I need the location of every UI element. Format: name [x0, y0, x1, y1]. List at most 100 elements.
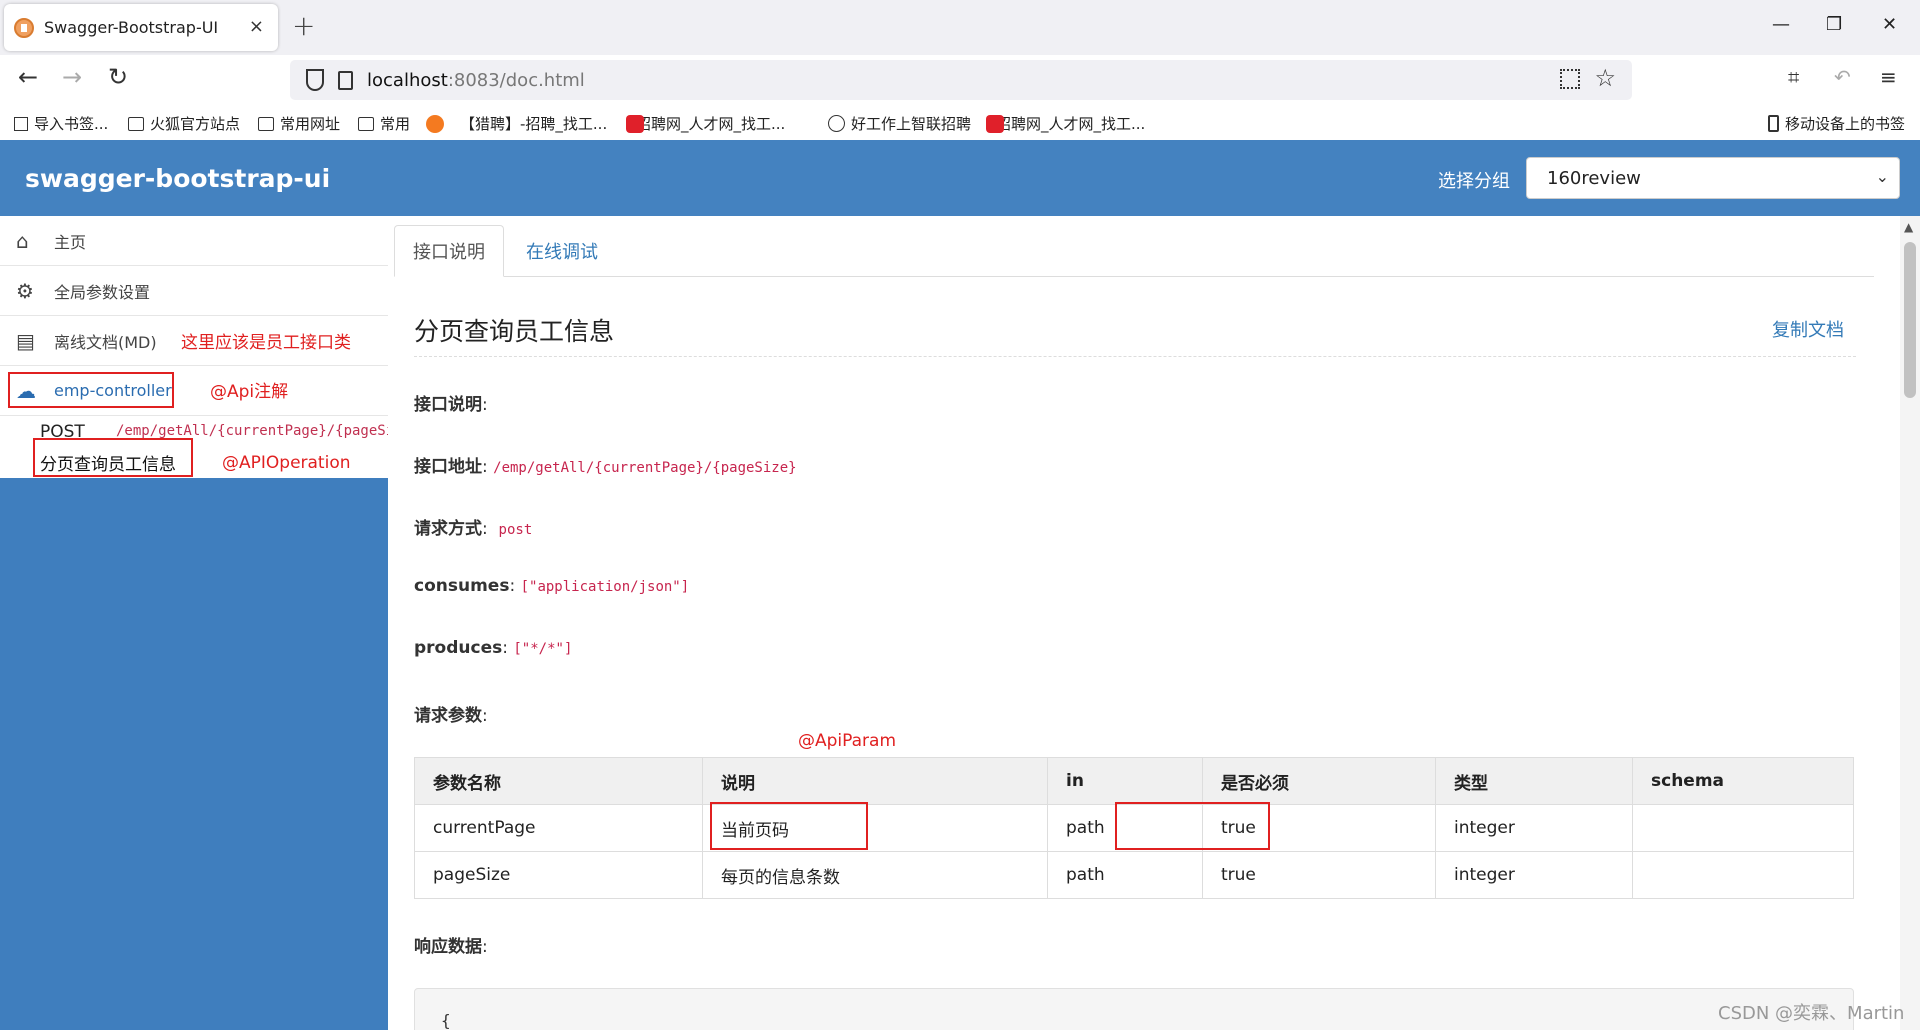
param-description: 每页的信息条数: [702, 851, 1048, 899]
consumes-value: ["application/json"]: [520, 579, 690, 595]
folder-icon: [128, 116, 144, 131]
param-schema: [1632, 804, 1854, 852]
mobile-icon: [1768, 115, 1779, 132]
app-header: swagger-bootstrap-ui 选择分组 160review ⌄: [0, 140, 1920, 216]
group-select-label: 选择分组: [1438, 171, 1510, 192]
param-name: currentPage: [414, 804, 703, 852]
globe-icon: [828, 115, 845, 132]
sidebar-item-home[interactable]: ⌂ 主页: [0, 216, 388, 266]
menu-icon[interactable]: ≡: [1880, 65, 1897, 89]
param-schema: [1632, 851, 1854, 899]
settings-doc-icon: ⚙: [16, 278, 34, 303]
field-response: 响应数据:: [414, 937, 488, 957]
operation-highlight-box: [33, 438, 193, 477]
document-icon: ▤: [16, 328, 35, 353]
param-type: integer: [1435, 851, 1633, 899]
tab-online-debug[interactable]: 在线调试: [526, 225, 598, 277]
watermark: CSDN @奕霖、Martin: [1718, 1003, 1905, 1024]
param-type: integer: [1435, 804, 1633, 852]
bookmarks-toolbar: 导入书签... 火狐官方站点 常用网址 常用 【猎聘】-招聘_找工... 招聘网…: [0, 105, 1920, 140]
minimize-icon[interactable]: —: [1772, 14, 1790, 35]
divider: [414, 356, 1856, 357]
group-select[interactable]: 160review ⌄: [1526, 157, 1900, 199]
bookmark-star-icon[interactable]: ☆: [1594, 64, 1616, 92]
field-consumes: consumes: ["application/json"]: [414, 576, 690, 596]
api-path[interactable]: /emp/getAll/{currentPage}/{pageSize}: [116, 423, 388, 439]
field-method: 请求方式: post: [414, 519, 533, 539]
mobile-bookmarks[interactable]: 移动设备上的书签: [1768, 113, 1905, 134]
zhaopin-icon: [626, 114, 644, 133]
bookmark-common-sites[interactable]: 常用网址: [258, 113, 340, 134]
qr-code-icon[interactable]: [1560, 69, 1580, 89]
chevron-down-icon: ⌄: [1875, 167, 1889, 186]
app-title: swagger-bootstrap-ui: [25, 164, 331, 193]
restore-icon[interactable]: ❐: [1826, 14, 1842, 35]
url-host: localhost: [367, 69, 448, 91]
folder-icon: [258, 116, 274, 131]
api-address-value: /emp/getAll/{currentPage}/{pageSize}: [493, 460, 797, 476]
reload-icon[interactable]: ↻: [108, 63, 128, 91]
import-icon: [14, 116, 28, 131]
scrollbar-thumb[interactable]: [1904, 242, 1916, 398]
field-params: 请求参数:: [414, 706, 488, 726]
bookmark-zhilian[interactable]: 好工作上智联招聘: [828, 113, 971, 134]
api-annotation: @Api注解: [210, 382, 289, 402]
bookmark-firefox-site[interactable]: 火狐官方站点: [128, 113, 240, 134]
navigation-bar: ← → ↻ localhost :8083/doc.html ☆ ⌗ ↶ ≡: [0, 55, 1920, 105]
param-annotation: @ApiParam: [798, 731, 897, 751]
scrollbar[interactable]: ▲: [1900, 216, 1920, 1030]
screenshot-crop-icon[interactable]: ⌗: [1788, 65, 1799, 89]
col-param-name: 参数名称: [414, 757, 703, 805]
browser-tab[interactable]: Swagger-Bootstrap-UI ×: [4, 4, 278, 51]
doc-tabs: 接口说明 在线调试: [394, 225, 1874, 277]
address-bar[interactable]: localhost :8083/doc.html ☆: [290, 60, 1632, 100]
shield-icon: [306, 69, 324, 91]
table-header-row: 参数名称 说明 in 是否必须 类型 schema: [414, 757, 1854, 805]
scroll-up-icon[interactable]: ▲: [1904, 220, 1913, 234]
folder-icon: [358, 116, 374, 131]
bookmark-liepin[interactable]: 【猎聘】-招聘_找工...: [426, 113, 607, 134]
produces-value: ["*/*"]: [513, 641, 573, 657]
undo-icon[interactable]: ↶: [1834, 65, 1851, 89]
home-icon: ⌂: [16, 228, 29, 253]
description-highlight-box: [710, 802, 868, 850]
col-in: in: [1047, 757, 1203, 805]
zhaopin-icon: [986, 114, 1004, 133]
liepin-icon: [426, 114, 444, 133]
controller-highlight-box: [8, 372, 174, 408]
bookmark-zhaopin-2[interactable]: 招聘网_人才网_找工...: [986, 113, 1145, 134]
table-row: pageSize 每页的信息条数 path true integer: [414, 851, 1854, 899]
field-produces: produces: ["*/*"]: [414, 638, 573, 658]
param-name: pageSize: [414, 851, 703, 899]
close-tab-icon[interactable]: ×: [249, 16, 264, 37]
required-highlight-box: [1115, 802, 1270, 850]
field-description: 接口说明:: [414, 395, 488, 415]
col-description: 说明: [702, 757, 1048, 805]
page-icon: [338, 70, 353, 90]
col-schema: schema: [1632, 757, 1854, 805]
field-address: 接口地址: /emp/getAll/{currentPage}/{pageSiz…: [414, 457, 797, 477]
tab-api-description[interactable]: 接口说明: [394, 225, 504, 277]
copy-doc-link[interactable]: 复制文档: [1772, 316, 1844, 342]
col-type: 类型: [1435, 757, 1633, 805]
bookmark-common[interactable]: 常用: [358, 113, 410, 134]
sidebar: ⌂ 主页 ⚙ 全局参数设置 ▤ 离线文档(MD) ☁ emp-controlle…: [0, 216, 388, 1030]
swagger-favicon-icon: [14, 17, 34, 38]
bookmark-import[interactable]: 导入书签...: [14, 113, 108, 134]
bookmark-zhaopin-1[interactable]: 招聘网_人才网_找工...: [626, 113, 785, 134]
sidebar-item-global-params[interactable]: ⚙ 全局参数设置: [0, 266, 388, 316]
url-path: :8083/doc.html: [447, 69, 585, 91]
new-tab-button[interactable]: +: [292, 9, 315, 42]
controller-annotation: 这里应该是员工接口类: [181, 333, 351, 353]
back-icon[interactable]: ←: [18, 63, 38, 91]
close-window-icon[interactable]: ✕: [1882, 14, 1897, 35]
forward-icon[interactable]: →: [62, 63, 82, 91]
page-title: 分页查询员工信息: [414, 317, 615, 346]
tab-title: Swagger-Bootstrap-UI: [44, 18, 219, 37]
operation-annotation: @APIOperation: [222, 453, 351, 473]
method-value: post: [498, 522, 533, 538]
main-content: 接口说明 在线调试 分页查询员工信息 复制文档 接口说明: 接口地址: /emp…: [388, 216, 1900, 1030]
param-in: path: [1047, 851, 1203, 899]
response-code-block: {: [414, 988, 1854, 1030]
param-required: true: [1202, 851, 1436, 899]
